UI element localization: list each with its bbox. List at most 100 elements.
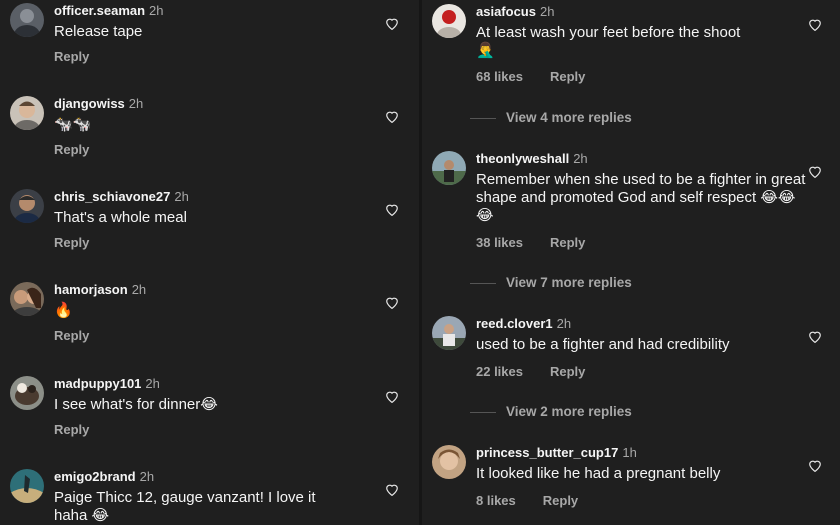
facepalm-emoji: 🤦‍♂️	[476, 42, 495, 59]
timestamp: 2h	[128, 96, 144, 111]
heart-outline-icon[interactable]	[385, 390, 399, 403]
comment-text: Release tape	[54, 23, 143, 40]
likes-count[interactable]: 38 likes	[476, 235, 523, 250]
username[interactable]: madpuppy101	[54, 376, 141, 391]
reply-button[interactable]: Reply	[54, 328, 89, 343]
comment-item: princess_butter_cup17 1h It looked like h…	[422, 445, 840, 515]
heart-outline-icon[interactable]	[385, 17, 399, 30]
reply-button[interactable]: Reply	[550, 69, 585, 84]
comment-meta: emigo2brand 2h	[54, 469, 154, 484]
comment-actions: Reply	[54, 49, 116, 64]
comments-panel-right: asiafocus 2h At least wash your feet befo…	[422, 0, 840, 525]
comment-meta: hamorjason 2h	[54, 282, 146, 297]
likes-count[interactable]: 8 likes	[476, 493, 516, 508]
divider-line	[470, 117, 496, 119]
comment-meta: officer.seaman 2h	[54, 3, 164, 18]
timestamp: 2h	[539, 4, 555, 19]
heart-outline-icon[interactable]	[385, 483, 399, 496]
timestamp: 2h	[573, 151, 588, 166]
comment-item: chris_schiavone27 2h That's a whole meal …	[0, 189, 419, 259]
reply-button[interactable]: Reply	[54, 49, 89, 64]
username[interactable]: officer.seaman	[54, 3, 145, 18]
comment-text: It looked like he had a pregnant belly	[476, 465, 721, 482]
avatar[interactable]	[432, 316, 466, 350]
username[interactable]: emigo2brand	[54, 469, 136, 484]
comment-meta: chris_schiavone27 2h	[54, 189, 189, 204]
avatar[interactable]	[10, 469, 44, 503]
comment-meta: madpuppy101 2h	[54, 376, 160, 391]
comment-item: asiafocus 2h At least wash your feet befo…	[422, 4, 840, 94]
comment-item: emigo2brand 2h Paige Thicc 12, gauge vanz…	[0, 469, 419, 525]
username[interactable]: princess_butter_cup17	[476, 445, 618, 460]
comment-text: 🐄🐄	[54, 116, 92, 133]
heart-outline-icon[interactable]	[385, 296, 399, 309]
comment-actions: Reply	[54, 142, 116, 157]
comment-item: djangowiss 2h 🐄🐄 Reply	[0, 96, 419, 166]
heart-outline-icon[interactable]	[385, 110, 399, 123]
avatar[interactable]	[10, 189, 44, 223]
heart-outline-icon[interactable]	[385, 203, 399, 216]
reply-button[interactable]: Reply	[543, 493, 578, 508]
comment-text: Remember when she used to be a fighter i…	[476, 171, 806, 224]
comment-text: used to be a fighter and had credibility	[476, 336, 730, 353]
comment-text: I see what's for dinner😂	[54, 396, 218, 413]
view-more-replies[interactable]: View 2 more replies	[470, 404, 632, 419]
view-more-label: View 4 more replies	[506, 110, 632, 125]
comment-actions: 22 likes Reply	[476, 364, 612, 379]
comment-text: At least wash your feet before the shoot…	[476, 24, 796, 60]
comment-item: theonlyweshall 2h Remember when she used …	[422, 151, 840, 261]
avatar[interactable]	[10, 376, 44, 410]
comment-item: officer.seaman 2h Release tape Reply	[0, 3, 419, 73]
likes-count[interactable]: 22 likes	[476, 364, 523, 379]
comment-meta: princess_butter_cup17 1h	[476, 445, 637, 460]
username[interactable]: reed.clover1	[476, 316, 553, 331]
heart-outline-icon[interactable]	[808, 330, 822, 343]
comment-item: hamorjason 2h 🔥 Reply	[0, 282, 419, 352]
heart-outline-icon[interactable]	[808, 459, 822, 472]
view-more-replies[interactable]: View 4 more replies	[470, 110, 632, 125]
likes-count[interactable]: 68 likes	[476, 69, 523, 84]
comment-meta: theonlyweshall 2h	[476, 151, 588, 166]
comment-actions: 8 likes Reply	[476, 493, 605, 508]
comment-item: madpuppy101 2h I see what's for dinner😂 R…	[0, 376, 419, 446]
timestamp: 2h	[174, 189, 189, 204]
avatar[interactable]	[10, 96, 44, 130]
reply-button[interactable]: Reply	[54, 422, 89, 437]
avatar[interactable]	[10, 282, 44, 316]
avatar[interactable]	[432, 445, 466, 479]
comment-meta: reed.clover1 2h	[476, 316, 571, 331]
timestamp: 2h	[556, 316, 572, 331]
username[interactable]: djangowiss	[54, 96, 125, 111]
divider-line	[470, 411, 496, 413]
comment-meta: asiafocus 2h	[476, 4, 554, 19]
timestamp: 2h	[139, 469, 155, 484]
comment-text: Paige Thicc 12, gauge vanzant! I love it…	[54, 489, 316, 524]
comment-text-body: At least wash your feet before the shoot	[476, 24, 741, 41]
username[interactable]: chris_schiavone27	[54, 189, 170, 204]
timestamp: 2h	[149, 3, 164, 18]
username[interactable]: asiafocus	[476, 4, 536, 19]
reply-button[interactable]: Reply	[550, 364, 585, 379]
comment-item: reed.clover1 2h used to be a fighter and …	[422, 316, 840, 386]
username[interactable]: hamorjason	[54, 282, 128, 297]
username[interactable]: theonlyweshall	[476, 151, 569, 166]
heart-outline-icon[interactable]	[808, 165, 822, 178]
timestamp: 2h	[145, 376, 160, 391]
reply-button[interactable]: Reply	[54, 142, 89, 157]
comment-actions: Reply	[54, 235, 116, 250]
heart-outline-icon[interactable]	[808, 18, 822, 31]
view-more-label: View 2 more replies	[506, 404, 632, 419]
comment-actions: 38 likes Reply	[476, 235, 612, 250]
avatar[interactable]	[10, 3, 44, 37]
timestamp: 2h	[131, 282, 147, 297]
avatar[interactable]	[432, 4, 466, 38]
divider-line	[470, 282, 496, 284]
reply-button[interactable]: Reply	[550, 235, 585, 250]
comment-actions: Reply	[54, 328, 116, 343]
comments-panel-left: officer.seaman 2h Release tape Reply djan…	[0, 0, 419, 525]
comment-meta: djangowiss 2h	[54, 96, 143, 111]
avatar[interactable]	[432, 151, 466, 185]
view-more-replies[interactable]: View 7 more replies	[470, 275, 632, 290]
reply-button[interactable]: Reply	[54, 235, 89, 250]
comment-text: 🔥	[54, 302, 73, 319]
